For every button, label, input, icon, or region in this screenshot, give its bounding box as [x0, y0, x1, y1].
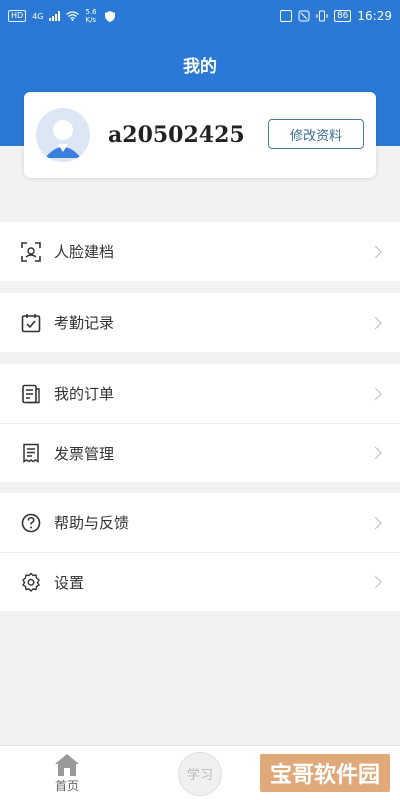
menu-item-invoice[interactable]: 发票管理 — [0, 423, 400, 482]
tab-home[interactable]: 首页 — [37, 746, 97, 800]
chevron-right-icon — [369, 516, 382, 529]
section-attendance: 考勤记录 — [0, 293, 400, 352]
hd-indicator: HD — [8, 10, 27, 22]
edit-profile-button[interactable]: 修改资料 — [268, 119, 364, 149]
calendar-check-icon — [20, 312, 42, 334]
menu-item-label: 发票管理 — [54, 444, 115, 463]
profile-card: a20502425 修改资料 — [24, 92, 376, 178]
order-document-icon — [20, 383, 42, 405]
status-right: 86 16:29 — [279, 9, 392, 23]
help-circle-icon — [20, 512, 42, 534]
status-bar: HD 4G 5.6 K/s 86 16:29 — [0, 0, 400, 32]
chevron-right-icon — [369, 446, 382, 460]
vibrate-icon — [316, 10, 328, 22]
menu-item-help-feedback[interactable]: 帮助与反馈 — [0, 493, 400, 552]
invoice-icon — [20, 442, 42, 464]
menu-item-label: 帮助与反馈 — [54, 514, 130, 532]
menu-item-face-profile[interactable]: 人脸建档 — [0, 222, 400, 281]
page-title: 我的 — [183, 57, 217, 77]
clock: 16:29 — [357, 9, 392, 23]
home-icon — [55, 754, 79, 776]
tab-home-label: 首页 — [54, 779, 79, 793]
menu-item-settings[interactable]: 设置 — [0, 552, 400, 611]
avatar[interactable] — [36, 108, 90, 162]
username: a20502425 — [108, 122, 245, 148]
chevron-right-icon — [369, 387, 382, 400]
tab-study[interactable]: 学习 — [170, 746, 230, 800]
mute-icon — [298, 10, 310, 22]
section-help: 帮助与反馈 设置 — [0, 493, 400, 611]
user-avatar-icon — [45, 120, 81, 158]
study-icon: 学习 — [178, 751, 222, 796]
face-scan-icon — [20, 241, 42, 263]
section-orders: 我的订单 发票管理 — [0, 364, 400, 482]
chevron-right-icon — [369, 245, 382, 258]
menu-item-label: 设置 — [54, 573, 85, 592]
nfc-icon — [279, 10, 292, 22]
status-left: HD 4G 5.6 K/s — [8, 8, 116, 24]
shield-icon — [105, 10, 116, 22]
signal-icon — [49, 11, 61, 21]
chevron-right-icon — [369, 575, 382, 589]
menu-item-attendance[interactable]: 考勤记录 — [0, 293, 400, 352]
menu-item-label: 我的订单 — [54, 385, 115, 403]
menu-item-label: 人脸建档 — [54, 243, 115, 261]
chevron-right-icon — [369, 316, 382, 329]
menu-item-label: 考勤记录 — [54, 314, 115, 332]
section-face: 人脸建档 — [0, 222, 400, 281]
menu-item-orders[interactable]: 我的订单 — [0, 364, 400, 423]
network-speed: 5.6 K/s — [85, 8, 97, 24]
watermark-logo: 宝哥软件园 — [258, 752, 392, 794]
wifi-icon — [66, 11, 80, 21]
battery-icon: 86 — [333, 10, 352, 22]
gear-icon — [20, 571, 42, 593]
network-label: 4G — [32, 11, 44, 21]
